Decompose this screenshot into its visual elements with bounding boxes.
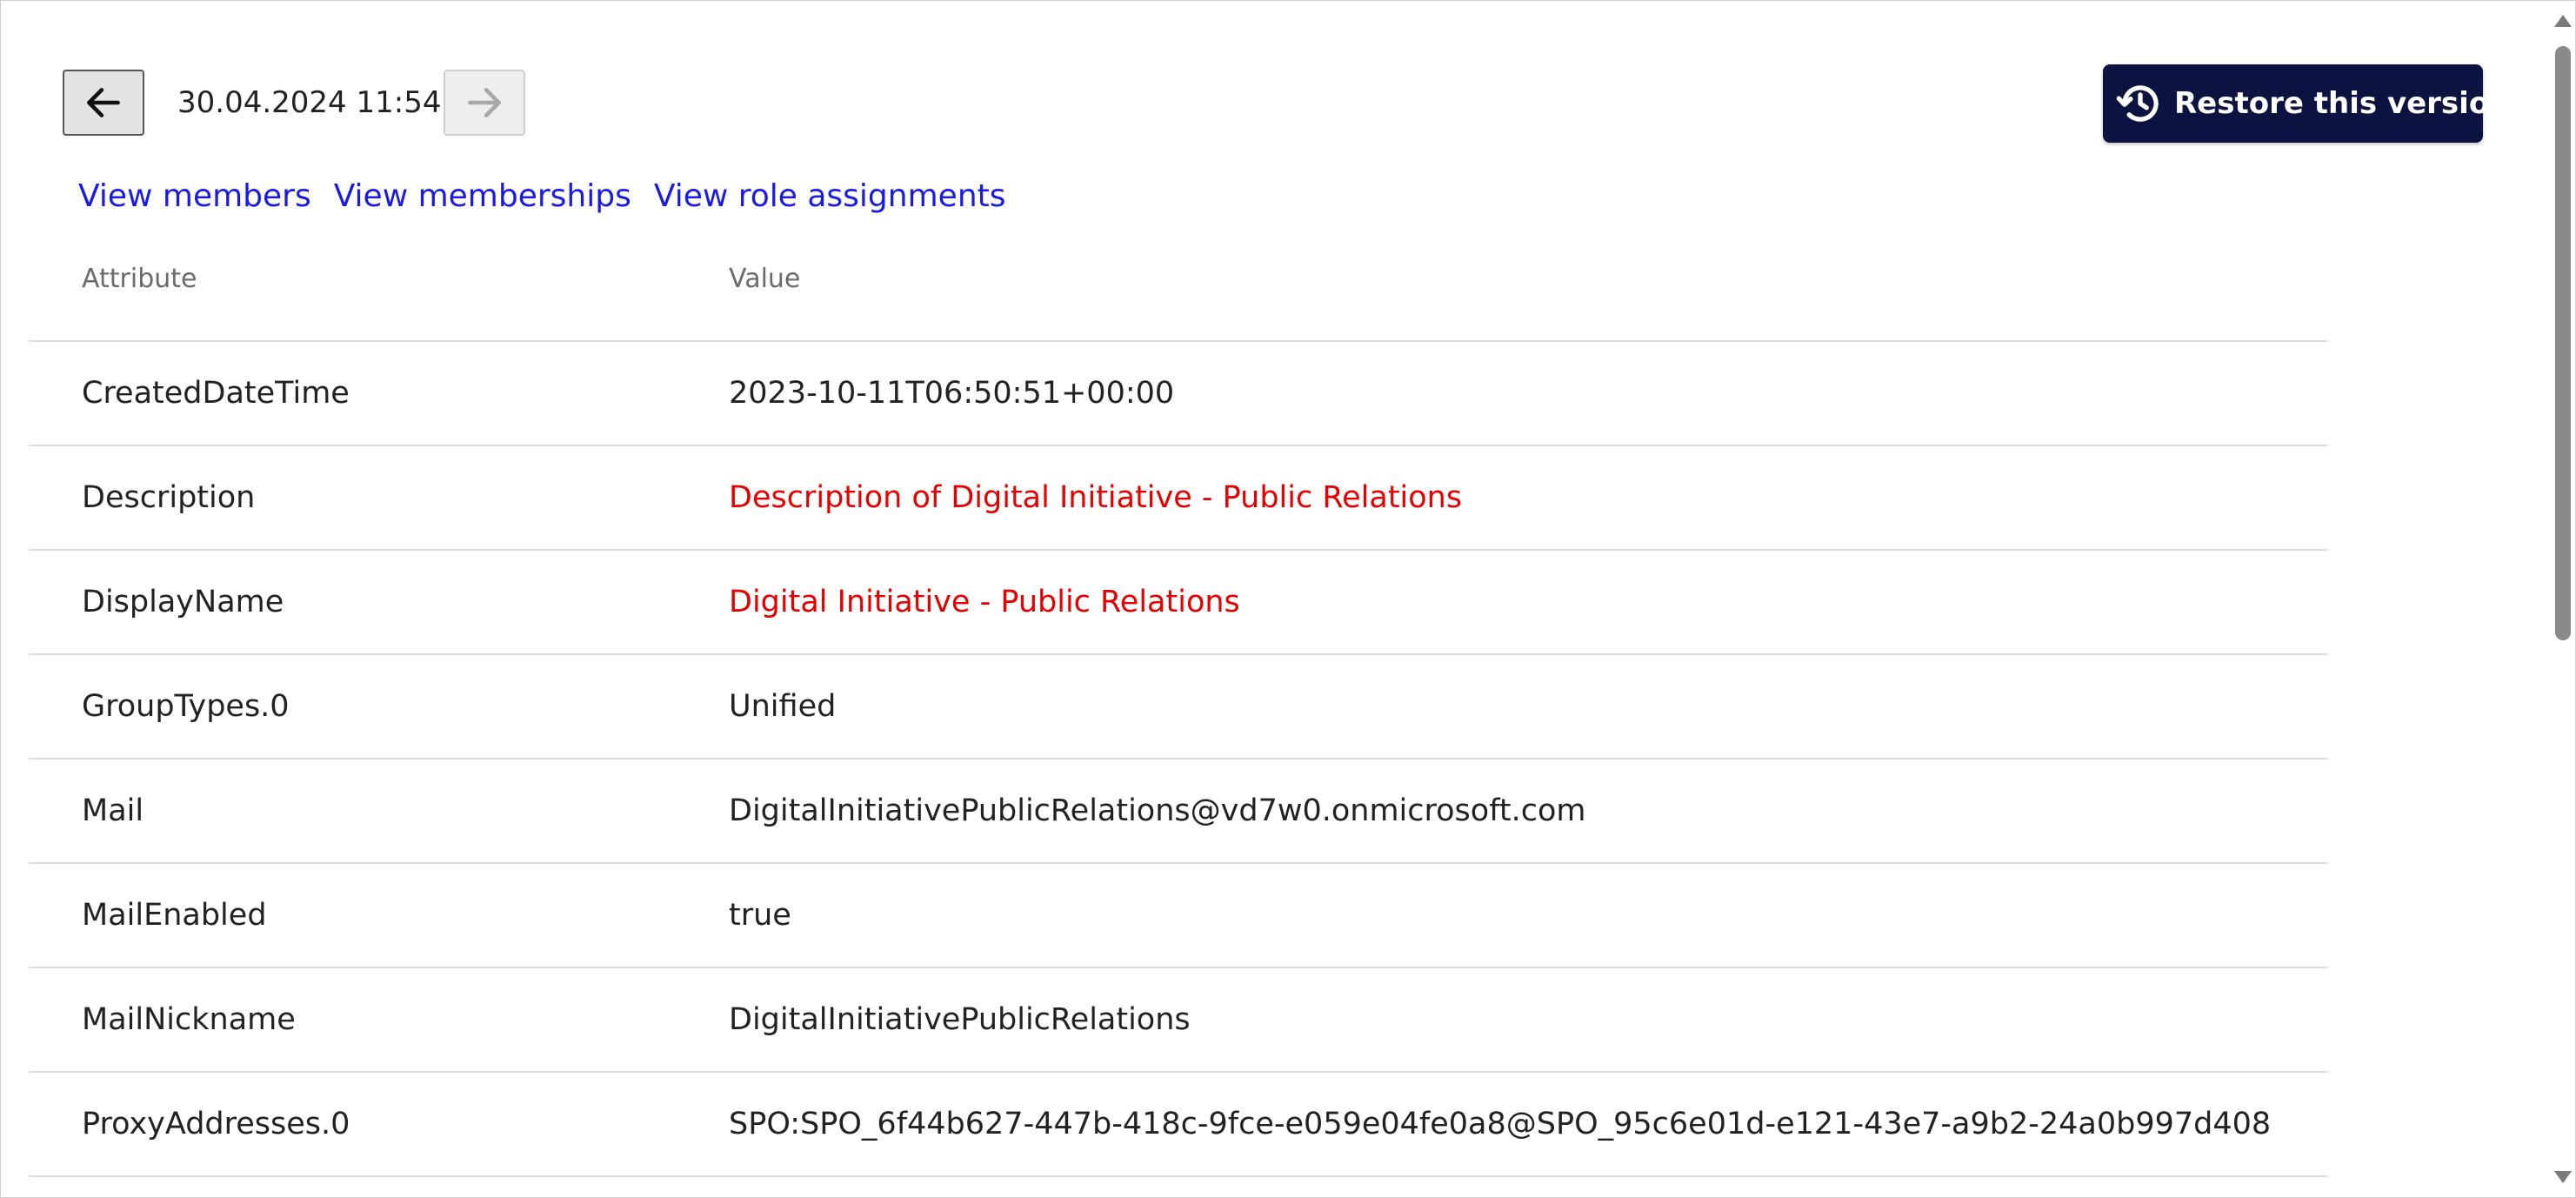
table-row: MailEnabled true xyxy=(29,864,2328,968)
attribute-name: MailNickname xyxy=(82,1002,296,1037)
scroll-up-arrow-icon[interactable] xyxy=(2554,15,2572,27)
vertical-scrollbar[interactable] xyxy=(2551,1,2575,1197)
restore-version-button[interactable]: Restore this version xyxy=(2103,64,2510,143)
attribute-value: DigitalInitiativePublicRelations xyxy=(729,1002,1191,1037)
attribute-value-changed: Digital Initiative - Public Relations xyxy=(729,585,1240,619)
attribute-value: DigitalInitiativePublicRelations@vd7w0.o… xyxy=(729,793,1586,828)
scroll-down-arrow-icon[interactable] xyxy=(2554,1171,2572,1183)
table-row: Mail DigitalInitiativePublicRelations@vd… xyxy=(29,760,2328,864)
value-column-header: Value xyxy=(729,264,801,294)
attribute-value: 2023-10-11T06:50:51+00:00 xyxy=(729,376,1175,411)
attribute-value: SPO:SPO_6f44b627-447b-418c-9fce-e059e04f… xyxy=(729,1107,2272,1141)
restore-version-label: Restore this version xyxy=(2174,86,2511,121)
attribute-value-changed: Description of Digital Initiative - Publ… xyxy=(729,480,1463,515)
version-date: 30.04.2024 11:54 xyxy=(177,85,442,120)
view-memberships-link[interactable]: View memberships xyxy=(334,175,631,218)
table-row: MailNickname DigitalInitiativePublicRela… xyxy=(29,968,2328,1073)
table-row: GroupTypes.0 Unified xyxy=(29,655,2328,760)
table-row: DisplayName Digital Initiative - Public … xyxy=(29,551,2328,655)
table-row: Description Description of Digital Initi… xyxy=(29,446,2328,551)
version-detail-view: 30.04.2024 11:54 Restore this version Vi… xyxy=(0,0,2576,1198)
arrow-right-icon xyxy=(468,88,501,117)
related-links: View members View memberships View role … xyxy=(78,175,1029,218)
attribute-value: true xyxy=(729,898,791,933)
table-row: CreatedDateTime 2023-10-11T06:50:51+00:0… xyxy=(29,342,2328,446)
view-role-assignments-link[interactable]: View role assignments xyxy=(654,175,1006,218)
previous-version-button[interactable] xyxy=(63,70,144,136)
attribute-name: Description xyxy=(82,480,256,515)
table-row: ProxyAddresses.0 SPO:SPO_6f44b627-447b-4… xyxy=(29,1073,2328,1177)
attribute-name: DisplayName xyxy=(82,585,284,619)
attribute-name: GroupTypes.0 xyxy=(82,689,290,724)
next-version-button[interactable] xyxy=(444,70,525,136)
arrow-left-icon xyxy=(87,88,120,117)
attribute-value: Unified xyxy=(729,689,837,724)
attribute-name: CreatedDateTime xyxy=(82,376,350,411)
history-icon xyxy=(2116,85,2159,122)
table-header: Attribute Value xyxy=(29,244,2328,342)
attribute-column-header: Attribute xyxy=(82,264,197,294)
attribute-name: Mail xyxy=(82,793,144,828)
attribute-name: ProxyAddresses.0 xyxy=(82,1107,350,1141)
view-members-link[interactable]: View members xyxy=(78,175,311,218)
attribute-name: MailEnabled xyxy=(82,898,267,933)
scrollbar-thumb[interactable] xyxy=(2555,46,2571,640)
attribute-table: Attribute Value CreatedDateTime 2023-10-… xyxy=(29,244,2328,1177)
